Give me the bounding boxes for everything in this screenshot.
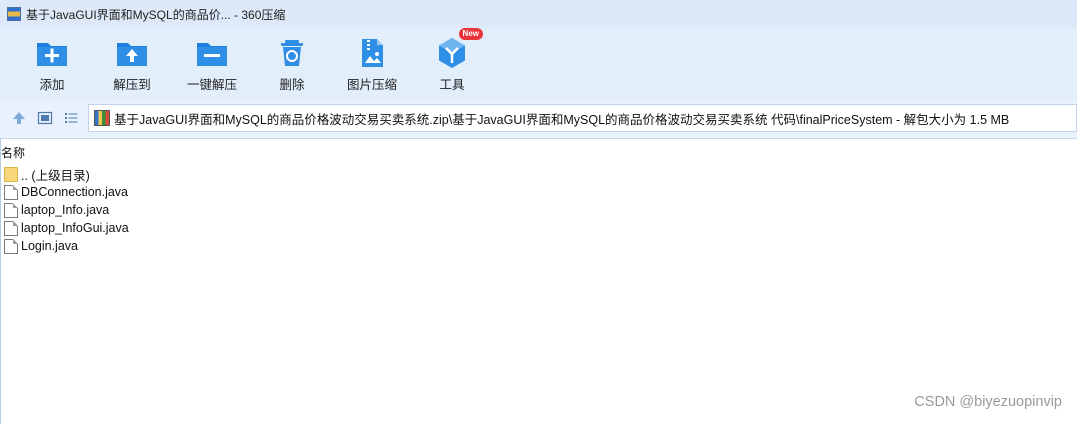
image-compress-icon [362, 39, 383, 67]
path-text: 基于JavaGUI界面和MySQL的商品价格波动交易买卖系统.zip\基于Jav… [114, 112, 1010, 127]
file-list: .. (上级目录) DBConnection.java laptop_Info.… [4, 165, 129, 255]
delete-button[interactable]: 删除 [252, 36, 332, 93]
file-icon [4, 238, 18, 254]
archive-app-icon [7, 7, 21, 21]
new-badge: New [458, 28, 483, 40]
file-name: laptop_Info.java [21, 203, 110, 217]
file-name: Login.java [21, 239, 78, 253]
image-compress-label: 图片压缩 [346, 78, 397, 92]
add-icon [37, 43, 67, 66]
image-compress-button[interactable]: 图片压缩 [332, 36, 412, 93]
watermark: CSDN @biyezuopinvip [914, 394, 1062, 410]
column-header-name[interactable]: 名称 [1, 144, 25, 161]
add-label: 添加 [39, 78, 65, 92]
address-bar: 基于JavaGUI界面和MySQL的商品价格波动交易买卖系统.zip\基于Jav… [0, 100, 1077, 139]
file-icon [4, 184, 18, 200]
tools-cube-icon [439, 38, 465, 68]
file-name: .. (上级目录) [21, 168, 90, 183]
file-name: DBConnection.java [21, 185, 129, 199]
zip-archive-icon [94, 110, 110, 126]
list-item[interactable]: laptop_Info.java [4, 201, 129, 219]
window-title: 基于JavaGUI界面和MySQL的商品价... - 360压缩 [26, 7, 286, 22]
up-arrow-icon[interactable] [11, 110, 27, 126]
tools-label: 工具 [439, 78, 465, 92]
one-click-extract-label: 一键解压 [186, 78, 237, 92]
file-icon [4, 220, 18, 236]
one-click-extract-icon [197, 43, 227, 66]
list-item-parent-folder[interactable]: .. (上级目录) [4, 165, 129, 183]
toolbar: 添加 解压到 一键解压 删除 图片压缩 New 工具 [0, 28, 1077, 100]
folder-icon [4, 166, 18, 182]
add-button[interactable]: 添加 [12, 36, 92, 93]
extract-to-label: 解压到 [113, 78, 151, 92]
extract-to-icon [117, 43, 147, 66]
list-item[interactable]: Login.java [4, 237, 129, 255]
path-field[interactable]: 基于JavaGUI界面和MySQL的商品价格波动交易买卖系统.zip\基于Jav… [88, 104, 1077, 132]
pane-left-border [0, 139, 1, 424]
tools-button[interactable]: New 工具 [412, 28, 492, 93]
file-icon [4, 202, 18, 218]
list-item[interactable]: DBConnection.java [4, 183, 129, 201]
view-list-icon[interactable] [63, 110, 79, 126]
list-item[interactable]: laptop_InfoGui.java [4, 219, 129, 237]
file-name: laptop_InfoGui.java [21, 221, 129, 235]
delete-label: 删除 [279, 78, 305, 92]
view-thumbnail-icon[interactable] [37, 110, 53, 126]
recycle-delete-icon [281, 40, 303, 66]
tools-icon-wrap: New [435, 28, 483, 70]
extract-to-button[interactable]: 解压到 [92, 36, 172, 93]
title-bar: 基于JavaGUI界面和MySQL的商品价... - 360压缩 [0, 0, 1077, 28]
one-click-extract-button[interactable]: 一键解压 [172, 36, 252, 93]
